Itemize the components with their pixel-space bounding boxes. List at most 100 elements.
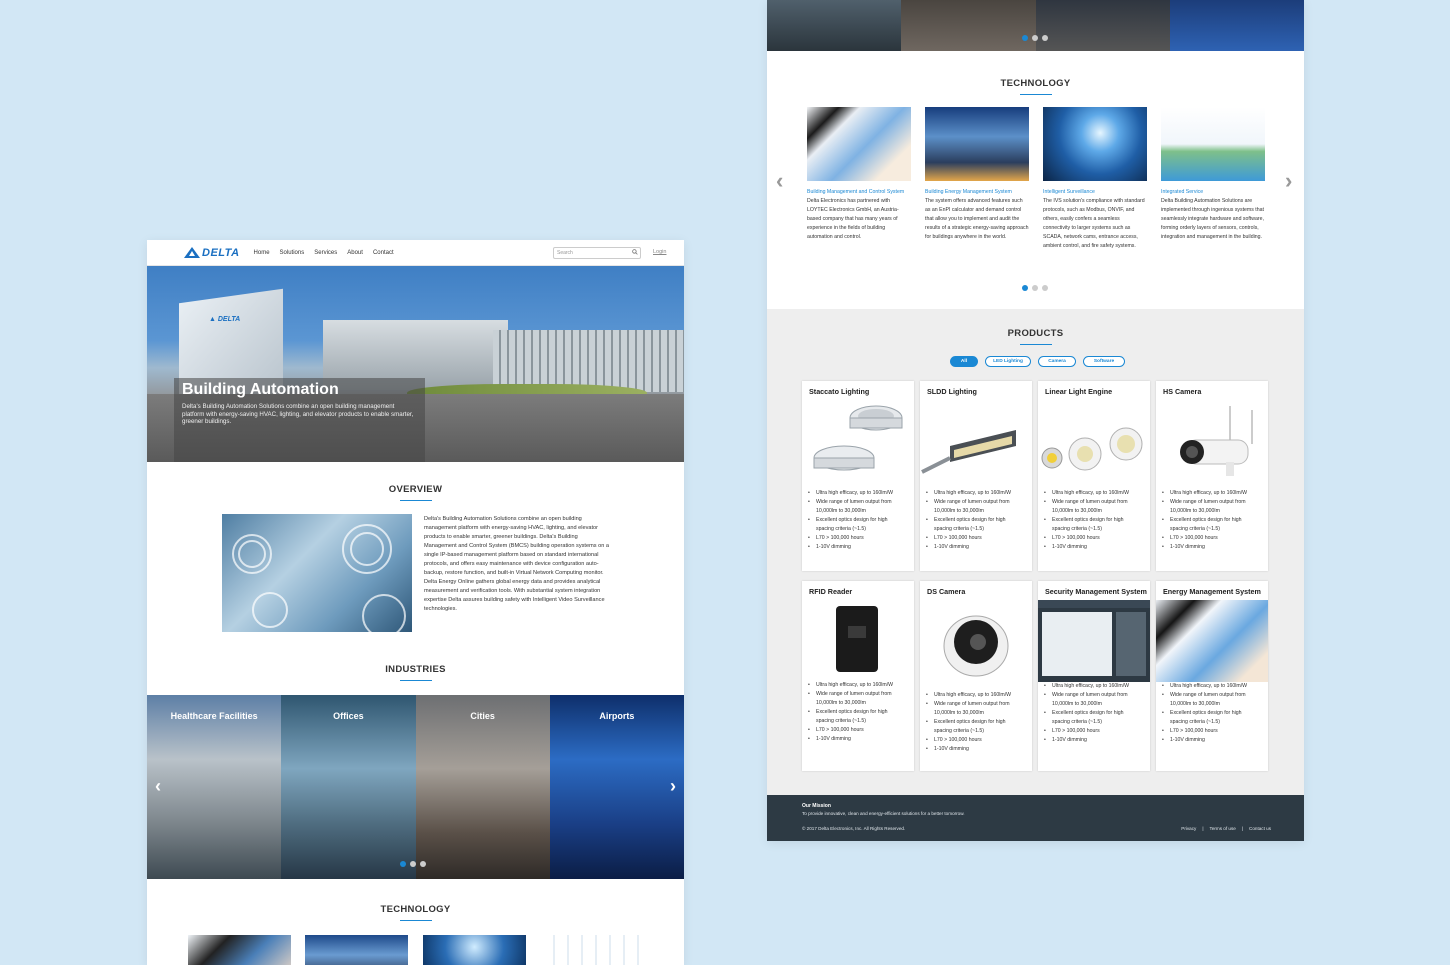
tech-image bbox=[807, 107, 911, 181]
carousel-dot[interactable] bbox=[1032, 35, 1038, 41]
product-card-rfid-reader[interactable]: RFID Reader Ultra high efficacy, up to 1… bbox=[802, 581, 914, 771]
tech-prev-arrow-icon[interactable]: ‹ bbox=[776, 170, 783, 192]
carousel-prev-arrow-icon[interactable]: ‹ bbox=[155, 777, 161, 795]
nav-about[interactable]: About bbox=[347, 250, 363, 256]
tech-next-arrow-icon[interactable]: › bbox=[1285, 170, 1292, 192]
search-input[interactable]: Search bbox=[553, 247, 641, 259]
footer-separator: | bbox=[1241, 826, 1244, 831]
tech-carousel-dots bbox=[1022, 285, 1048, 291]
product-filters: All LED Lighting Camera Software bbox=[950, 356, 1125, 367]
product-card-ds-camera[interactable]: DS Camera Ultra high efficacy, up to 160… bbox=[920, 581, 1032, 771]
tech-card-bmcs[interactable]: Building Management and Control System D… bbox=[807, 107, 911, 242]
nav-solutions[interactable]: Solutions bbox=[280, 250, 305, 256]
industry-card-airports[interactable]: Airports bbox=[549, 695, 684, 879]
tech-card-title[interactable]: Integrated Service bbox=[1161, 189, 1265, 196]
product-name: SLDD Lighting bbox=[927, 387, 977, 396]
homepage-mockup: DELTA Home Solutions Services About Cont… bbox=[147, 240, 684, 965]
footer-link-contact[interactable]: Contact us bbox=[1249, 826, 1271, 831]
strip-carousel-dots bbox=[1022, 35, 1048, 41]
ds-camera-image bbox=[943, 615, 1009, 677]
product-card-energy-management[interactable]: Energy Management System Ultra high effi… bbox=[1156, 581, 1268, 771]
filter-led-lighting[interactable]: LED Lighting bbox=[985, 356, 1031, 367]
overview-title: OVERVIEW bbox=[147, 484, 684, 501]
security-dashboard-image bbox=[1038, 600, 1150, 682]
product-card-hs-camera[interactable]: HS Camera Ultra high efficacy, up to 160… bbox=[1156, 381, 1268, 571]
tech-thumb-integrated[interactable] bbox=[541, 935, 644, 965]
tech-card-surveillance[interactable]: Intelligent Surveillance The IVS solutio… bbox=[1043, 107, 1147, 251]
product-specs: Ultra high efficacy, up to 160lm/W Wide … bbox=[920, 691, 1032, 754]
carousel-dot[interactable] bbox=[1042, 35, 1048, 41]
search-icon[interactable] bbox=[632, 249, 638, 255]
product-specs: Ultra high efficacy, up to 160lm/W Wide … bbox=[1038, 682, 1150, 745]
solutions-page-mockup: TECHNOLOGY ‹ › Building Management and C… bbox=[767, 0, 1304, 841]
carousel-dot[interactable] bbox=[1042, 285, 1048, 291]
industries-title: INDUSTRIES bbox=[147, 664, 684, 681]
tech-image bbox=[1161, 107, 1265, 181]
product-name: Energy Management System bbox=[1163, 587, 1261, 596]
carousel-dot[interactable] bbox=[420, 861, 426, 867]
product-specs: Ultra high efficacy, up to 160lm/W Wide … bbox=[802, 489, 914, 552]
building-logo: ▲ DELTA bbox=[209, 316, 241, 323]
energy-dashboard-image bbox=[1156, 600, 1268, 682]
footer-link-privacy[interactable]: Privacy bbox=[1181, 826, 1196, 831]
filter-camera[interactable]: Camera bbox=[1038, 356, 1076, 367]
footer-separator: | bbox=[1202, 826, 1204, 831]
sldd-light-image bbox=[921, 430, 1016, 474]
tech-thumb-surveillance[interactable] bbox=[423, 935, 526, 965]
tech-card-bems[interactable]: Building Energy Management System The sy… bbox=[925, 107, 1029, 242]
rfid-reader-image bbox=[836, 606, 878, 672]
technology-title: TECHNOLOGY bbox=[767, 78, 1304, 95]
carousel-dot-active[interactable] bbox=[1022, 35, 1028, 41]
footer-links: Privacy | Terms of use | Contact us bbox=[1181, 826, 1271, 831]
product-specs: Ultra high efficacy, up to 160lm/W Wide … bbox=[1038, 489, 1150, 552]
carousel-dot[interactable] bbox=[410, 861, 416, 867]
delta-logo[interactable]: DELTA bbox=[183, 246, 240, 259]
tech-card-title[interactable]: Building Energy Management System bbox=[925, 189, 1029, 196]
industry-label: Healthcare Facilities bbox=[170, 711, 258, 721]
product-specs: Ultra high efficacy, up to 160lm/W Wide … bbox=[920, 489, 1032, 552]
product-name: RFID Reader bbox=[809, 587, 853, 596]
light-engine-image bbox=[1041, 427, 1143, 471]
tech-card-desc: The system offers advanced features such… bbox=[925, 197, 1029, 240]
carousel-dot-active[interactable] bbox=[1022, 285, 1028, 291]
carousel-next-arrow-icon[interactable]: › bbox=[670, 777, 676, 795]
product-card-sldd[interactable]: SLDD Lighting Ultra high efficacy, up to… bbox=[920, 381, 1032, 571]
mission-text: To provide innovative, clean and energy-… bbox=[802, 811, 965, 816]
hs-camera-image bbox=[1180, 406, 1253, 476]
site-header: DELTA Home Solutions Services About Cont… bbox=[147, 240, 684, 266]
product-card-security-management[interactable]: Security Management System Ultra high ef… bbox=[1038, 581, 1150, 771]
products-title: PRODUCTS bbox=[767, 328, 1304, 345]
carousel-dot-active[interactable] bbox=[400, 861, 406, 867]
tech-card-title[interactable]: Building Management and Control System bbox=[807, 189, 911, 196]
industry-card-cities[interactable]: Cities bbox=[415, 695, 550, 879]
industry-card-offices[interactable]: Offices bbox=[281, 695, 416, 879]
hero-title: Building Automation bbox=[182, 381, 339, 398]
product-specs: Ultra high efficacy, up to 160lm/W Wide … bbox=[1156, 682, 1268, 745]
carousel-dot[interactable] bbox=[1032, 285, 1038, 291]
product-card-linear-light-engine[interactable]: Linear Light Engine Ultra high efficacy,… bbox=[1038, 381, 1150, 571]
site-footer: Our Mission To provide innovative, clean… bbox=[767, 795, 1304, 841]
product-card-staccato[interactable]: Staccato Lighting Ultra high efficacy, u… bbox=[802, 381, 914, 571]
filter-all[interactable]: All bbox=[950, 356, 978, 367]
tech-card-title[interactable]: Intelligent Surveillance bbox=[1043, 189, 1147, 196]
tech-card-integrated[interactable]: Integrated Service Delta Building Automa… bbox=[1161, 107, 1265, 242]
logo-text: DELTA bbox=[202, 246, 240, 259]
tech-image bbox=[925, 107, 1029, 181]
industry-card-healthcare[interactable]: Healthcare Facilities bbox=[147, 695, 282, 879]
login-link[interactable]: Login bbox=[653, 249, 666, 255]
nav-contact[interactable]: Contact bbox=[373, 250, 394, 256]
hero-building-facade bbox=[493, 330, 684, 392]
nav-home[interactable]: Home bbox=[254, 250, 270, 256]
hero-banner: ▲ DELTA Building Automation Delta's Buil… bbox=[147, 266, 684, 462]
staccato-light-image bbox=[813, 405, 903, 471]
footer-link-terms[interactable]: Terms of use bbox=[1210, 826, 1236, 831]
copyright: © 2017 Delta Electronics, Inc. All Right… bbox=[802, 826, 906, 831]
tech-thumb-bems[interactable] bbox=[305, 935, 408, 965]
nav-services[interactable]: Services bbox=[314, 250, 337, 256]
filter-software[interactable]: Software bbox=[1083, 356, 1125, 367]
main-nav: Home Solutions Services About Contact bbox=[254, 250, 404, 256]
tech-card-desc: Delta Electronics has partnered with LOY… bbox=[807, 197, 899, 240]
mission-title: Our Mission bbox=[802, 803, 831, 809]
tech-card-desc: The IVS solution's compliance with stand… bbox=[1043, 197, 1145, 249]
tech-thumb-bmcs[interactable] bbox=[188, 935, 291, 965]
